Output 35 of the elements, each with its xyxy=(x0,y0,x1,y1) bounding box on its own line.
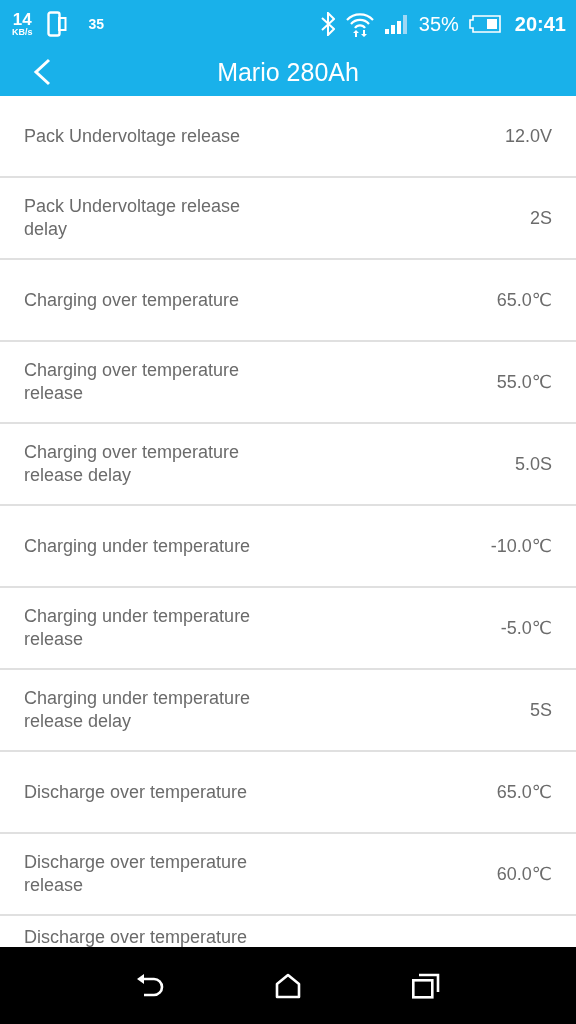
wifi-icon xyxy=(344,11,375,37)
setting-value: 2S xyxy=(529,207,552,229)
notification-count: 35 xyxy=(88,16,105,32)
setting-label: Discharge over temperature xyxy=(24,780,248,804)
bluetooth-icon xyxy=(320,12,335,36)
setting-value: 55.0℃ xyxy=(496,371,552,393)
setting-value: 60.0℃ xyxy=(496,863,552,885)
back-icon[interactable] xyxy=(135,972,164,999)
setting-label: Pack Undervoltage release xyxy=(24,124,241,148)
setting-label: Discharge over temperature xyxy=(24,926,248,947)
setting-label: Charging over temperature xyxy=(24,288,240,312)
setting-value: 65.0℃ xyxy=(496,289,552,311)
setting-value: 5S xyxy=(529,699,552,721)
setting-value: -5.0℃ xyxy=(500,617,552,639)
setting-value: 5.0S xyxy=(514,453,552,475)
setting-label: Pack Undervoltage release delay xyxy=(24,195,242,241)
setting-value: -10.0℃ xyxy=(490,535,552,557)
setting-label: Discharge over temperature release xyxy=(24,851,249,897)
battery-icon xyxy=(468,15,501,33)
network-speed: 14 xyxy=(12,11,32,28)
setting-label: Charging over temperature release delay xyxy=(24,441,241,487)
clock-time: 20:41 xyxy=(514,12,566,36)
screen-title: Mario 280Ah xyxy=(217,57,359,87)
recent-apps-icon[interactable] xyxy=(412,972,441,999)
setting-label: Charging under temperature release delay xyxy=(24,687,252,733)
setting-label: Charging under temperature xyxy=(24,534,251,558)
phone-icon xyxy=(46,11,67,37)
signal-icon xyxy=(384,14,409,34)
network-speed-unit: KB/s xyxy=(12,28,33,37)
home-icon[interactable] xyxy=(275,972,301,999)
setting-value: 12.0V xyxy=(504,125,552,147)
battery-percent: 35% xyxy=(418,12,459,36)
setting-label: Charging under temperature release xyxy=(24,605,252,651)
setting-label: Charging over temperature release xyxy=(24,359,241,405)
setting-value: 65.0℃ xyxy=(496,781,552,803)
